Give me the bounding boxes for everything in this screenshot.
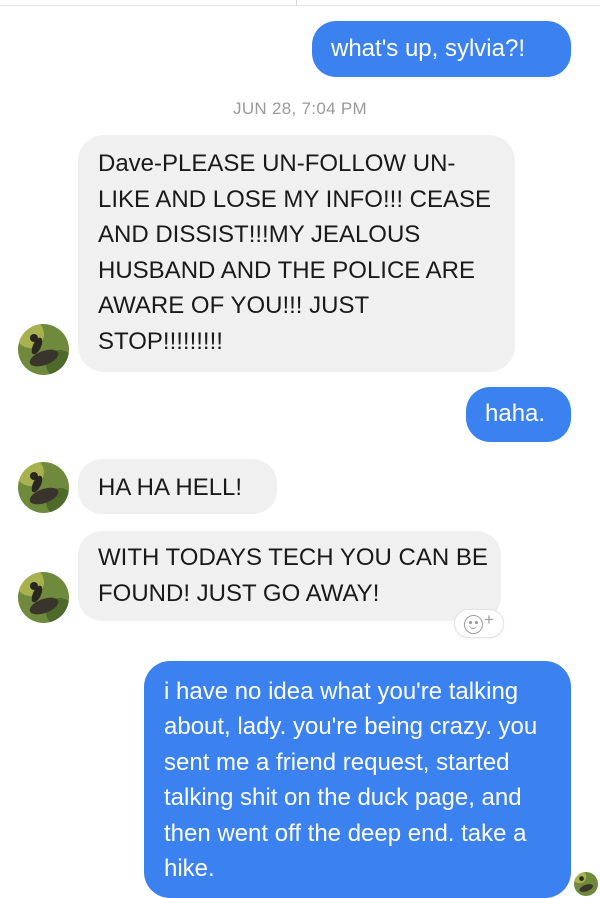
- message-outgoing-3[interactable]: i have no idea what you're talking about…: [144, 661, 571, 898]
- timestamp: JUN 28, 7:04 PM: [233, 99, 367, 118]
- contact-avatar[interactable]: [18, 572, 69, 623]
- contact-avatar[interactable]: [18, 462, 69, 513]
- message-outgoing-2[interactable]: haha.: [466, 387, 571, 442]
- message-text: i have no idea what you're talking about…: [164, 678, 538, 883]
- contact-avatar[interactable]: [18, 324, 69, 375]
- message-incoming-1[interactable]: Dave-PLEASE UN-FOLLOW UN-LIKE AND LOSE M…: [78, 135, 515, 372]
- message-text: haha.: [485, 400, 546, 427]
- top-divider: [0, 0, 600, 6]
- message-outgoing-1[interactable]: what's up, sylvia?!: [312, 21, 571, 77]
- add-reaction-icon: [464, 615, 483, 634]
- message-incoming-2[interactable]: HA HA HELL!: [78, 459, 277, 514]
- message-incoming-3[interactable]: WITH TODAYS TECH YOU CAN BE FOUND! JUST …: [78, 531, 501, 621]
- plus-icon: +: [484, 610, 494, 629]
- message-text: WITH TODAYS TECH YOU CAN BE FOUND! JUST …: [98, 544, 488, 607]
- read-receipt-avatar: [574, 872, 598, 896]
- message-text: Dave-PLEASE UN-FOLLOW UN-LIKE AND LOSE M…: [98, 150, 492, 355]
- add-reaction-button[interactable]: +: [454, 609, 504, 638]
- message-text: HA HA HELL!: [98, 474, 243, 501]
- message-text: what's up, sylvia?!: [331, 35, 526, 62]
